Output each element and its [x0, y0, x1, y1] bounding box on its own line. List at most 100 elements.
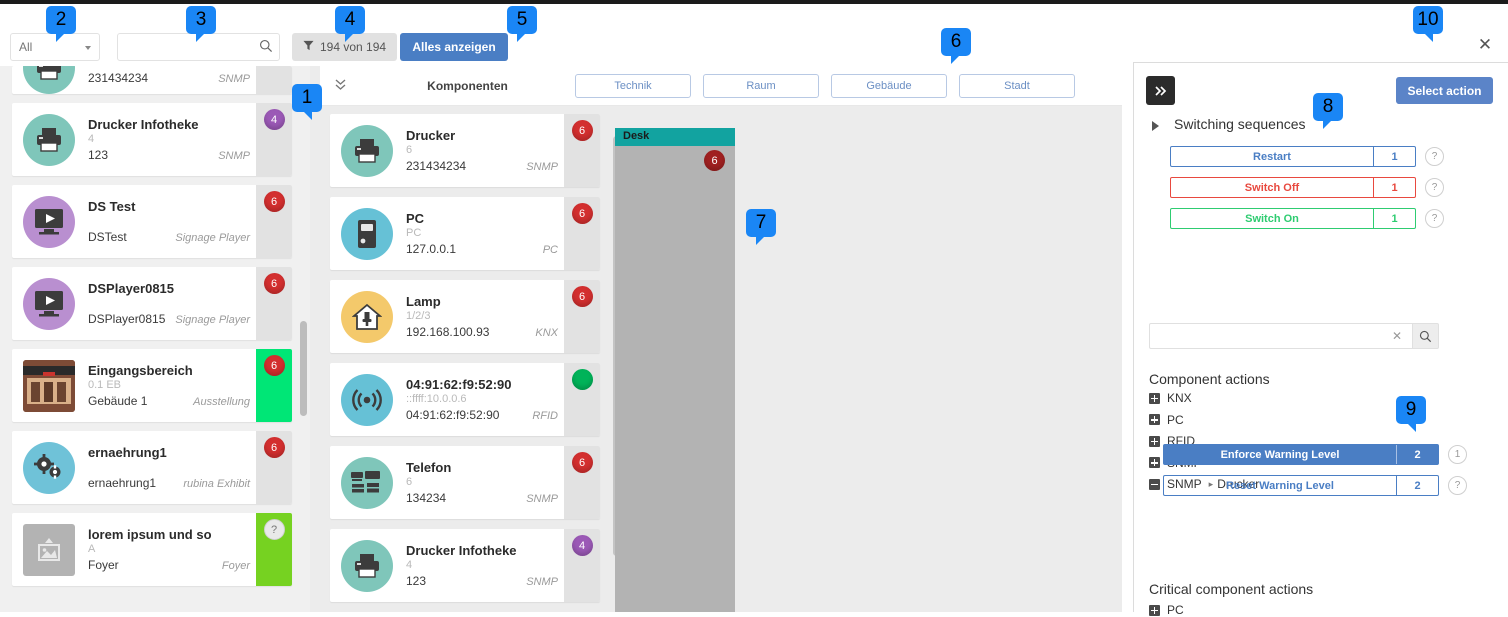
list-item-stripe: 6: [256, 267, 292, 340]
status-badge: 6: [571, 120, 593, 141]
list-item-protocol: Foyer: [221, 560, 250, 572]
tab-stadt[interactable]: Stadt: [959, 73, 1075, 98]
tab-raum[interactable]: Raum: [703, 73, 819, 98]
component-card[interactable]: Drucker Infotheke 4 123 SNMP 4: [330, 529, 600, 602]
action-group-pc[interactable]: PC: [1149, 413, 1184, 427]
help-icon[interactable]: ?: [1425, 178, 1444, 197]
minus-icon[interactable]: [1149, 478, 1160, 490]
component-action-label: Enforce Warning Level: [1220, 448, 1340, 461]
components-title: Komponenten: [427, 78, 508, 93]
list-item[interactable]: Drucker Infotheke 4 123 SNMP 4: [12, 103, 292, 176]
list-item[interactable]: Eingangsbereich 0.1 EB Gebäude 1 Ausstellun…: [12, 349, 292, 422]
list-item[interactable]: DSPlayer0815 DSPlayer0815 Signage Player 6: [12, 267, 292, 340]
sequence-action-switch-off[interactable]: Switch Off 1: [1170, 177, 1416, 198]
component-actions-title: Component actions: [1149, 371, 1270, 387]
media-player-icon: [23, 195, 75, 248]
component-subtitle: 4: [406, 559, 413, 571]
component-action-count: 2: [1396, 445, 1438, 464]
action-search[interactable]: ✕: [1149, 323, 1439, 349]
sequence-action-switch-on[interactable]: Switch On 1: [1170, 208, 1416, 229]
action-search-field[interactable]: ✕: [1149, 323, 1413, 349]
list-item-protocol: Signage Player: [175, 232, 250, 244]
left-list-scrollbar[interactable]: [300, 321, 307, 416]
sequence-action-restart[interactable]: Restart 1: [1170, 146, 1416, 167]
help-icon[interactable]: ?: [1425, 209, 1444, 228]
critical-action-group-pc[interactable]: PC: [1149, 603, 1184, 617]
list-item-subtitle: 0.1 EB: [88, 379, 122, 391]
top-toolbar: All 194 von 194 Alles anzeigen ✕: [0, 0, 1508, 66]
show-all-button[interactable]: Alles anzeigen: [400, 33, 508, 61]
component-card[interactable]: Lamp 1/2/3 192.168.100.93 KNX 6: [330, 280, 600, 353]
list-item[interactable]: ernaehrung1 ernaehrung1 rubina Exhibit 6: [12, 431, 292, 504]
window-top-edge: [0, 0, 1508, 4]
expand-triangle-icon[interactable]: [1152, 121, 1159, 131]
component-action-enforce-warning-level[interactable]: Enforce Warning Level 2: [1163, 444, 1439, 465]
action-group-label: KNX: [1167, 391, 1192, 405]
search-input[interactable]: [118, 34, 258, 60]
list-item-id: DSTest: [88, 230, 127, 244]
switching-sequences-title: Switching sequences: [1174, 116, 1306, 132]
list-item-protocol: Signage Player: [175, 314, 250, 326]
status-badge: 6: [571, 203, 593, 224]
plus-icon[interactable]: [1149, 392, 1160, 404]
telephone-icon: [341, 456, 393, 509]
filter-type-select[interactable]: All: [10, 33, 100, 61]
component-card[interactable]: Drucker 6 231434234 SNMP 6: [330, 114, 600, 187]
component-card[interactable]: PC PC 127.0.0.1 PC 6: [330, 197, 600, 270]
list-item-stripe: 6: [256, 349, 292, 422]
component-protocol: KNX: [535, 327, 558, 339]
building-photo-icon: [23, 359, 75, 412]
tab-gebäude[interactable]: Gebäude: [831, 73, 947, 98]
media-player-icon: [23, 277, 75, 330]
components-list[interactable]: Drucker 6 231434234 SNMP 6 PC PC 127.0.0.1 PC 6 La…: [320, 114, 610, 612]
list-item[interactable]: DS Test DSTest Signage Player 6: [12, 185, 292, 258]
double-chevron-right-icon[interactable]: [1146, 76, 1175, 105]
help-icon[interactable]: ?: [1425, 147, 1444, 166]
component-subtitle: 1/2/3: [406, 310, 431, 322]
list-item-stripe: 6: [256, 431, 292, 504]
component-stripe: 6: [564, 197, 600, 270]
status-badge: 4: [263, 109, 285, 130]
double-chevron-down-icon[interactable]: [320, 77, 360, 95]
component-subtitle: PC: [406, 227, 422, 239]
component-stripe: 6: [564, 114, 600, 187]
plus-icon[interactable]: [1149, 435, 1160, 447]
help-icon[interactable]: 1: [1448, 445, 1467, 464]
plus-icon[interactable]: [1149, 414, 1160, 426]
tab-technik[interactable]: Technik: [575, 73, 691, 98]
action-search-input[interactable]: [1150, 324, 1386, 348]
callout-marker-3: 3: [186, 6, 216, 42]
action-search-button[interactable]: [1413, 323, 1439, 349]
list-item-id: Foyer: [88, 558, 119, 572]
list-item[interactable]: lorem ipsum und so A Foyer Foyer?: [12, 513, 292, 586]
plus-icon[interactable]: [1149, 604, 1160, 616]
close-icon[interactable]: ✕: [1476, 36, 1494, 54]
printer-icon: [23, 113, 75, 166]
sequence-label: Switch On: [1245, 212, 1299, 225]
list-item-title: DSPlayer0815: [88, 281, 175, 296]
action-panel: Select action Switching sequences ✕ Comp…: [1133, 62, 1508, 617]
sequence-count: 1: [1373, 178, 1415, 197]
list-item[interactable]: 231434234 SNMP: [12, 66, 292, 94]
list-item-stripe: 4: [256, 103, 292, 176]
callout-marker-4: 4: [335, 6, 365, 42]
select-action-button[interactable]: Select action: [1396, 77, 1493, 104]
status-badge: 6: [571, 286, 593, 307]
desktop-tower-icon: [341, 207, 393, 260]
left-entity-list[interactable]: 231434234 SNMP Drucker Infotheke 4 123 SNMP 4…: [0, 66, 310, 612]
plus-icon[interactable]: [1149, 457, 1160, 469]
clear-icon[interactable]: ✕: [1392, 329, 1402, 343]
status-badge: 6: [263, 437, 285, 458]
list-item-title: Drucker Infotheke: [88, 117, 199, 132]
component-action-reset-warning-level[interactable]: Reset Warning Level 2: [1163, 475, 1439, 496]
filter-count-label: 194 von 194: [320, 40, 387, 54]
action-group-label: PC: [1167, 412, 1184, 427]
component-title: Drucker: [406, 128, 456, 143]
help-icon[interactable]: ?: [1448, 476, 1467, 495]
component-card[interactable]: 04:91:62:f9:52:90::ffff:10.0.0.6 04:91:62…: [330, 363, 600, 436]
component-card[interactable]: Telefon 6 134234 SNMP 6: [330, 446, 600, 519]
component-protocol: SNMP: [526, 576, 558, 588]
action-group-knx[interactable]: KNX: [1149, 391, 1192, 405]
desk-zone-card[interactable]: Desk 6: [615, 128, 735, 612]
component-stripe: 6: [564, 280, 600, 353]
